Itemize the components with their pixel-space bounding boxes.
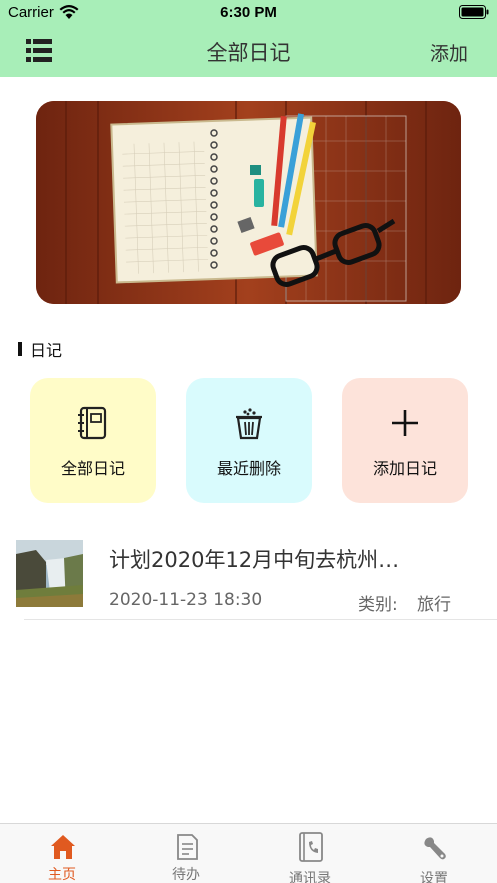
top-bar: Carrier 6:30 PM 全部日记 添加 (0, 0, 497, 77)
section-header: 日记 (18, 338, 62, 360)
add-diary-card[interactable]: 添加日记 (342, 378, 468, 503)
nav-bar: 全部日记 添加 (0, 26, 497, 77)
tab-label: 设置 (420, 871, 448, 883)
status-bar: Carrier 6:30 PM (0, 0, 497, 26)
home-icon (51, 835, 75, 859)
card-label: 全部日记 (60, 459, 125, 478)
page-title: 全部日记 (206, 41, 291, 65)
add-button[interactable]: 添加 (430, 39, 468, 66)
plus-icon (392, 410, 418, 436)
card-label: 最近删除 (216, 459, 281, 478)
card-label: 添加日记 (372, 459, 437, 478)
section-marker (18, 342, 22, 356)
menu-list-icon[interactable] (26, 38, 52, 64)
recently-deleted-card[interactable]: 最近删除 (186, 378, 312, 503)
notebook-icon (78, 406, 107, 440)
diary-category: 旅行 (417, 595, 451, 615)
trash-icon (236, 408, 262, 440)
diary-category-label: 类别: (358, 595, 398, 615)
tab-label: 主页 (48, 867, 76, 883)
tab-label: 通讯录 (289, 871, 331, 883)
tab-home[interactable]: 主页 (0, 824, 124, 883)
tab-settings[interactable]: 设置 (372, 824, 496, 883)
waterfall-photo (16, 540, 83, 607)
todo-icon (177, 834, 198, 860)
diary-list-item[interactable]: 计划2020年12月中旬去杭州… 2020-11-23 18:30 类别: 旅行 (0, 530, 497, 620)
battery-icon (459, 5, 489, 19)
tab-bar: 主页 待办 通讯录 设置 (0, 823, 497, 883)
list-divider (24, 619, 497, 620)
wrench-icon (424, 837, 446, 860)
banner-image (36, 101, 461, 304)
section-title: 日记 (30, 341, 63, 360)
diary-date: 2020-11-23 18:30 (109, 590, 263, 610)
tab-contacts[interactable]: 通讯录 (248, 824, 372, 883)
all-diaries-card[interactable]: 全部日记 (30, 378, 156, 503)
tab-todo[interactable]: 待办 (124, 824, 248, 883)
diary-title: 计划2020年12月中旬去杭州… (109, 548, 400, 572)
status-time: 6:30 PM (220, 4, 277, 21)
banner-illustration (36, 101, 461, 304)
diary-thumbnail (16, 540, 83, 607)
tab-label: 待办 (172, 867, 200, 883)
contacts-icon (299, 832, 323, 862)
